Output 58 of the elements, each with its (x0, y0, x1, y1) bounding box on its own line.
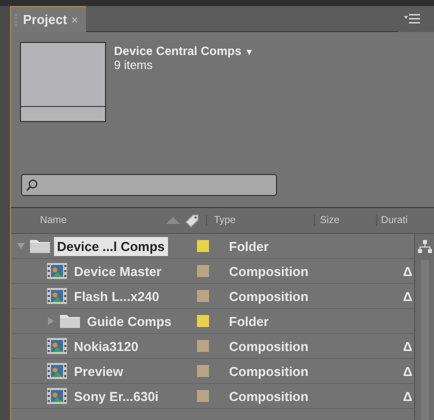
item-name: Nokia3120 (73, 338, 140, 356)
label-swatch[interactable] (197, 340, 209, 352)
label-swatch[interactable] (197, 390, 209, 402)
item-type: Composition (229, 364, 308, 378)
search-icon (26, 178, 38, 192)
project-row[interactable]: Guide Comps Folder (11, 309, 414, 334)
duration-cell: Δ (403, 364, 412, 378)
project-tab[interactable]: Project × (11, 6, 86, 32)
composition-icon (47, 338, 67, 354)
project-row[interactable]: Nokia3120 Composition Δ (11, 334, 414, 359)
item-name: Guide Comps (86, 312, 173, 330)
folder-icon (30, 239, 50, 253)
composition-icon (47, 363, 67, 379)
item-type: Composition (229, 338, 308, 354)
composition-icon (47, 263, 67, 279)
project-row[interactable]: Sony Er...630i Composition Δ (11, 384, 414, 409)
duration-cell: Δ (403, 338, 412, 354)
item-name: Device Master (73, 262, 162, 280)
search-field[interactable] (21, 174, 277, 196)
column-header[interactable]: Name (40, 215, 166, 226)
label-swatch[interactable] (197, 265, 209, 277)
project-row[interactable]: Device Master Composition Δ (11, 259, 414, 284)
sort-arrow-icon[interactable] (166, 217, 180, 224)
item-name: Device ...l Comps (54, 236, 168, 256)
project-row[interactable]: Device ...l Comps Folder (11, 234, 414, 259)
collapse-triangle-icon[interactable] (47, 317, 55, 325)
column-header[interactable]: Durati (376, 215, 408, 226)
label-swatch[interactable] (197, 315, 209, 327)
menu-icon[interactable] (404, 14, 420, 24)
duration-cell: Δ (403, 388, 412, 404)
project-row[interactable]: Flash L...x240 Composition Δ (11, 284, 414, 309)
label-swatch[interactable] (197, 290, 209, 302)
composition-icon (47, 388, 67, 404)
folder-icon (60, 314, 80, 328)
item-type: Composition (229, 388, 308, 404)
project-row[interactable]: Preview Composition Δ (11, 359, 414, 384)
dropdown-arrow[interactable]: ▼ (244, 47, 254, 57)
item-type: Folder (229, 314, 269, 328)
label-swatch[interactable] (197, 240, 209, 252)
close-icon[interactable]: × (71, 12, 78, 26)
item-name: Sony Er...630i (73, 388, 160, 406)
flowchart-icon[interactable] (418, 240, 432, 254)
column-header[interactable]: Type (206, 215, 314, 226)
item-type: Composition (229, 264, 308, 278)
duration-cell: Δ (403, 288, 412, 304)
item-name: Flash L...x240 (73, 288, 160, 306)
tab-label: Project (23, 12, 68, 27)
duration-cell: Δ (403, 264, 412, 278)
label-swatch[interactable] (197, 365, 209, 377)
expand-triangle-icon[interactable] (17, 242, 25, 250)
column-header[interactable]: Size (314, 215, 376, 226)
item-type: Folder (229, 238, 269, 254)
label-tag-icon[interactable] (184, 212, 200, 228)
item-count: 9 items (114, 58, 154, 72)
item-type: Composition (229, 288, 308, 304)
project-title: Device Central Comps (114, 44, 242, 58)
composition-icon (47, 288, 67, 304)
item-name: Preview (73, 362, 124, 380)
